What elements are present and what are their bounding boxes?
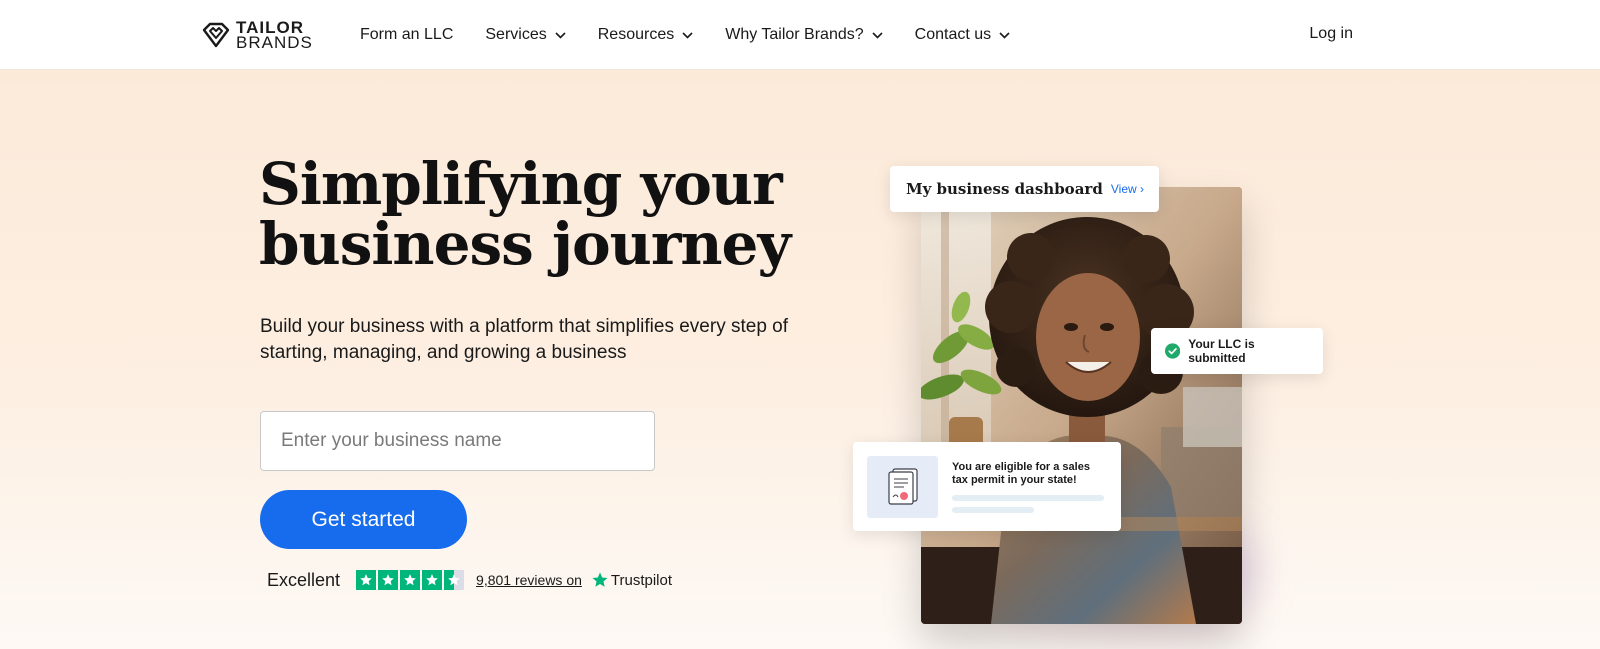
- llc-status-card: Your LLC is submitted: [1151, 328, 1323, 374]
- tax-permit-card: You are eligible for a sales tax permit …: [853, 442, 1121, 531]
- trustpilot-rating-label: Excellent: [267, 569, 341, 590]
- hero-photo: [921, 187, 1242, 624]
- star-icon: [356, 570, 377, 590]
- hero-title: Simplifying your business journey: [259, 154, 819, 274]
- hero-title-line-1: Simplifying your: [259, 150, 783, 218]
- nav-item-services[interactable]: Services: [485, 26, 566, 44]
- trustpilot-stars: [356, 570, 465, 590]
- site-header: TAILOR BRANDS Form an LLC Services Resou…: [0, 0, 1600, 70]
- check-circle-icon: [1165, 343, 1181, 359]
- nav-item-contact-us[interactable]: Contact us: [915, 26, 1010, 44]
- star-icon: [378, 570, 399, 590]
- hero-subtitle: Build your business with a platform that…: [260, 316, 789, 363]
- tax-permit-text: You are eligible for a sales tax permit …: [952, 460, 1090, 486]
- dashboard-card-title: My business dashboard: [906, 180, 1103, 198]
- llc-status-text: Your LLC is submitted: [1188, 337, 1255, 365]
- hero-title-line-2: business journey: [259, 210, 791, 278]
- nav-item-label: Form an LLC: [360, 26, 454, 43]
- tax-permit-content: You are eligible for a sales tax permit …: [952, 461, 1104, 513]
- nav-item-label: Services: [485, 26, 547, 43]
- trustpilot-reviews-link[interactable]: 9,801 reviews on: [476, 572, 582, 588]
- star-icon: [422, 570, 443, 590]
- certificate-document-icon: [887, 467, 918, 505]
- login-link[interactable]: Log in: [1309, 25, 1353, 43]
- woman-portrait-illustration: [921, 187, 1242, 624]
- nav-item-label: Why Tailor Brands?: [725, 26, 864, 43]
- nav-item-resources[interactable]: Resources: [598, 26, 693, 44]
- dashboard-view-link[interactable]: View ›: [1111, 182, 1144, 196]
- dashboard-card: My business dashboard View ›: [890, 166, 1159, 212]
- trustpilot-rating: Excellent 9,801 reviews on Trustpilot: [267, 568, 672, 592]
- placeholder-line: [952, 494, 1104, 501]
- half-star-icon: [444, 570, 465, 590]
- logo-line-2: BRANDS: [236, 33, 313, 52]
- chevron-down-icon: [555, 31, 566, 39]
- logo-wordmark: TAILOR BRANDS: [236, 19, 313, 52]
- hero-section: Simplifying your business journey Build …: [0, 70, 1600, 649]
- trustpilot-logo[interactable]: Trustpilot: [591, 571, 672, 589]
- chevron-down-icon: [872, 31, 883, 39]
- nav-item-why-tailor-brands[interactable]: Why Tailor Brands?: [725, 26, 883, 44]
- get-started-button[interactable]: Get started: [260, 490, 467, 549]
- nav-item-form-llc[interactable]: Form an LLC: [360, 26, 453, 44]
- main-nav: Form an LLC Services Resources Why Tailo…: [360, 0, 1042, 70]
- placeholder-line: [952, 506, 1034, 513]
- chevron-down-icon: [682, 31, 693, 39]
- document-icon-tile: [867, 455, 938, 518]
- nav-item-label: Resources: [597, 26, 675, 43]
- trustpilot-star-icon: [592, 572, 608, 587]
- trustpilot-brand-name: Trustpilot: [610, 571, 673, 589]
- star-icon: [400, 570, 421, 590]
- tailor-brands-logo[interactable]: TAILOR BRANDS: [200, 18, 313, 52]
- business-name-input[interactable]: [260, 411, 655, 471]
- logo-mark-icon: [202, 22, 230, 48]
- nav-item-label: Contact us: [914, 26, 992, 43]
- chevron-down-icon: [999, 31, 1010, 39]
